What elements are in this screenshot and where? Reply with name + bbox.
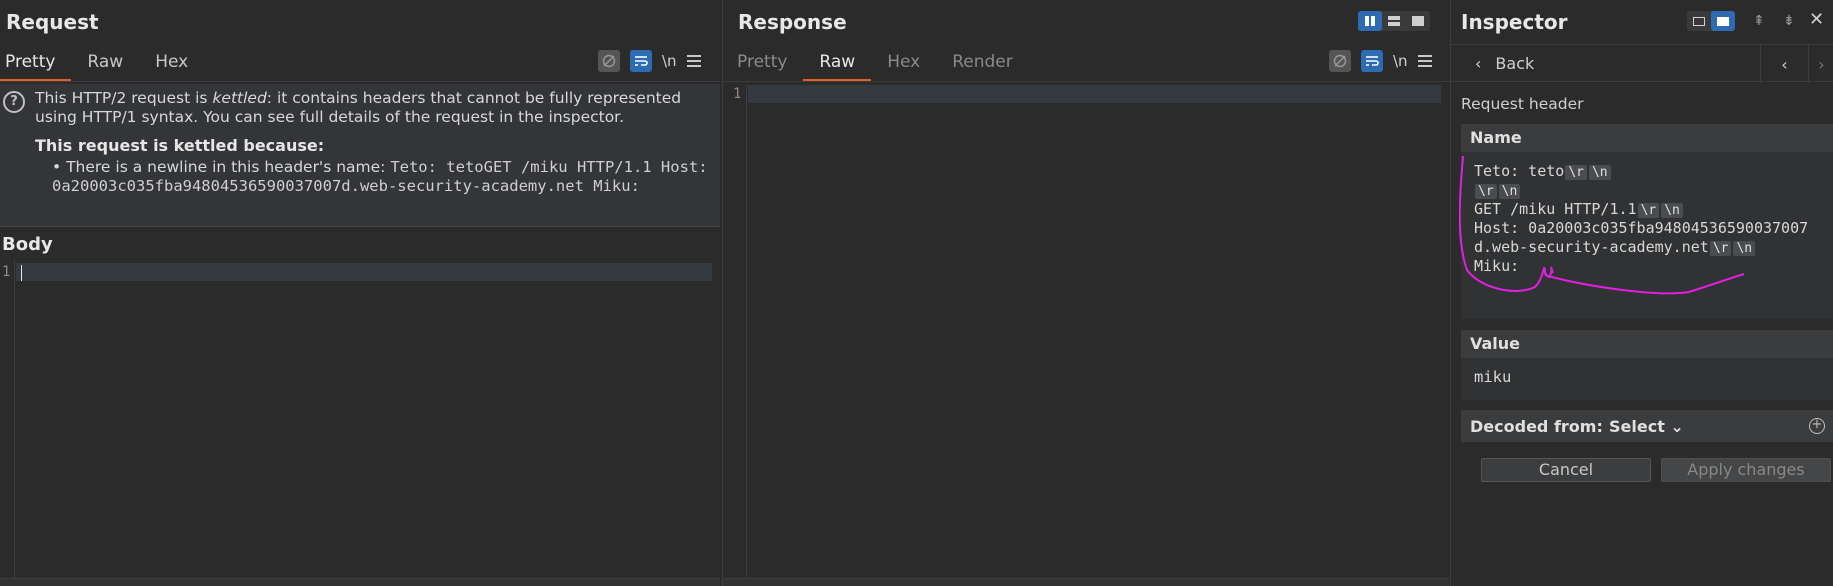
layout-toggle [1358,11,1430,31]
request-toolbar: \n [598,50,701,72]
inspector-title: Inspector [1461,10,1568,34]
horizontal-scrollbar[interactable] [0,578,720,586]
response-editor[interactable]: 1 [723,84,1449,586]
decoded-label: Decoded from: [1470,417,1603,436]
kettled-notice: ? This HTTP/2 request is kettled: it con… [0,84,720,227]
horizontal-scrollbar[interactable] [723,578,1449,586]
tab-hex[interactable]: Hex [871,50,936,82]
inspector-pane: Inspector ⇞ ⇟ ✕ ‹ Back ‹ › Request header… [1450,0,1833,586]
close-icon[interactable]: ✕ [1809,9,1824,30]
expand-all-icon[interactable]: ⇞ [1753,13,1765,29]
word-wrap-icon[interactable] [630,50,652,72]
add-decoder-icon[interactable]: + [1809,418,1825,434]
cancel-button[interactable]: Cancel [1481,458,1651,482]
section-label: Request header [1461,95,1584,113]
request-tabs: Pretty Raw Hex [0,50,204,82]
response-pane: Response Pretty Raw Hex Render \n 1 [722,0,1449,586]
show-newlines-button[interactable]: \n [662,52,677,70]
line-number: 1 [733,86,742,102]
handwritten-annotation [1459,155,1745,295]
current-line-highlight [16,263,712,281]
word-wrap-icon[interactable] [1361,50,1383,72]
line-number: 1 [2,264,11,280]
current-line-highlight [748,85,1441,103]
value-header: Value [1461,330,1833,358]
question-icon: ? [3,91,25,113]
notice-text: This HTTP/2 request is kettled: it conta… [35,89,682,126]
kettled-heading: This request is kettled because: [35,136,325,155]
response-title: Response [738,10,847,34]
menu-icon[interactable] [1417,55,1432,67]
response-tabs: Pretty Raw Hex Render [723,50,1029,82]
value-field[interactable]: miku [1461,358,1833,400]
menu-icon[interactable] [686,55,701,67]
chevron-left-icon: ‹ [1475,54,1482,73]
hide-nonprintable-icon[interactable] [598,50,620,72]
request-body-editor[interactable]: 1 [0,259,720,586]
show-newlines-button[interactable]: \n [1393,52,1408,70]
inspector-layout-right-icon[interactable] [1711,11,1735,31]
tab-divider [723,81,1449,82]
body-title: Body [2,234,53,255]
inspector-nav: ‹ Back ‹ › [1451,44,1833,83]
layout-stacked-icon[interactable] [1382,11,1406,31]
decoded-from-row: Decoded from: Select ⌄ + [1461,410,1833,442]
next-arrow-icon[interactable]: › [1808,45,1833,83]
tab-raw[interactable]: Raw [803,50,872,82]
line-gutter [0,259,15,586]
text-caret [21,265,22,281]
tab-raw[interactable]: Raw [71,50,139,82]
request-pane: Request Pretty Raw Hex \n ? This HTTP/2 … [0,0,720,586]
line-gutter [723,84,747,586]
inspector-layout-left-icon[interactable] [1687,11,1711,31]
tab-divider [0,81,720,82]
layout-single-icon[interactable] [1406,11,1430,31]
collapse-all-icon[interactable]: ⇟ [1783,13,1795,29]
layout-side-by-side-icon[interactable] [1358,11,1382,31]
kettled-reason: • There is a newline in this header's na… [52,158,708,195]
response-toolbar: \n [1329,50,1432,72]
name-header: Name [1461,124,1833,152]
tab-render[interactable]: Render [936,50,1029,82]
header-value: miku [1474,368,1512,386]
inspector-layout-toggle [1687,11,1735,31]
previous-arrow-icon[interactable]: ‹ [1760,45,1808,83]
tab-hex[interactable]: Hex [139,50,204,82]
apply-changes-button[interactable]: Apply changes [1661,458,1831,482]
request-title: Request [6,10,99,34]
tab-pretty[interactable]: Pretty [0,50,72,82]
back-button[interactable]: ‹ Back [1475,54,1534,73]
tab-pretty[interactable]: Pretty [723,50,803,82]
hide-nonprintable-icon[interactable] [1329,50,1351,72]
decoder-select[interactable]: Select ⌄ [1609,417,1684,436]
